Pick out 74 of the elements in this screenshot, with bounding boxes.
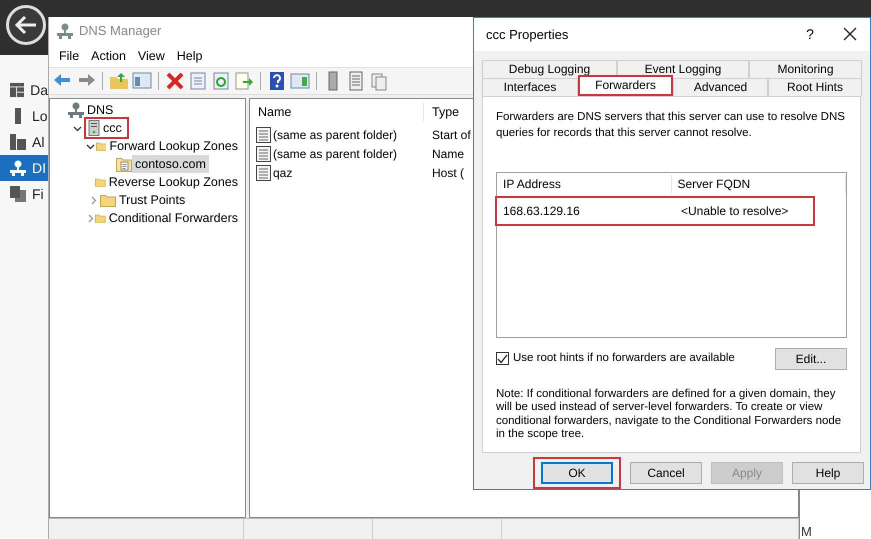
panel-icon[interactable] bbox=[290, 71, 310, 91]
folder-icon bbox=[100, 193, 116, 207]
edit-button[interactable]: Edit... bbox=[775, 348, 847, 370]
menu-item[interactable]: View bbox=[132, 46, 171, 66]
network-icon bbox=[10, 160, 26, 176]
tree-item[interactable]: Forward Lookup Zones bbox=[106, 136, 241, 156]
servers-icon bbox=[10, 134, 26, 150]
tree-item[interactable]: Reverse Lookup Zones bbox=[106, 172, 241, 192]
dialog-button[interactable]: Cancel bbox=[630, 462, 702, 484]
panel-icon[interactable] bbox=[132, 71, 152, 91]
sidebar-item[interactable]: Al bbox=[0, 129, 48, 155]
table-cell-text: (same as parent folder) bbox=[273, 126, 398, 144]
expand-icon[interactable] bbox=[86, 214, 96, 222]
dashboard-icon bbox=[10, 82, 24, 98]
table-cell-text: Host ( bbox=[431, 164, 464, 182]
help-icon[interactable] bbox=[267, 71, 287, 91]
help-button[interactable]: ? bbox=[790, 24, 830, 45]
tab[interactable]: Event Logging bbox=[617, 60, 749, 78]
menu-item[interactable]: Help bbox=[170, 46, 208, 66]
back-arrow-icon bbox=[15, 15, 37, 35]
note-text: Note: If conditional forwarders are defined for a given domain, they will be used instead of server-level forwarders. To create or view conditional forwarders, navigate to the Conditional Forwarders node in the scope tree. bbox=[496, 388, 842, 442]
dialog-title: ccc Properties bbox=[486, 26, 568, 44]
sidebar-item[interactable]: Lo bbox=[0, 103, 48, 129]
dialog-button[interactable]: OK bbox=[541, 462, 613, 484]
network-icon bbox=[57, 23, 73, 39]
window-title: DNS Manager bbox=[79, 22, 162, 40]
table-cell-text: Start of bbox=[431, 126, 471, 144]
tree-item[interactable]: ccc bbox=[100, 118, 125, 138]
corner-text: M bbox=[801, 523, 812, 539]
check-icon bbox=[497, 354, 508, 364]
record-icon bbox=[256, 126, 271, 142]
copy-icon[interactable] bbox=[369, 71, 389, 91]
tree-item[interactable]: Conditional Forwarders bbox=[106, 208, 241, 228]
expand-icon[interactable] bbox=[88, 196, 98, 204]
tab[interactable]: Debug Logging bbox=[482, 60, 617, 78]
sidebar-item[interactable]: DI bbox=[0, 155, 48, 181]
table-row[interactable]: 168.63.129.16 <Unable to resolve> bbox=[495, 196, 815, 226]
collapse-icon[interactable] bbox=[72, 124, 82, 132]
record-icon bbox=[256, 146, 271, 162]
column-header[interactable]: IP Address bbox=[497, 175, 672, 194]
table-cell-text: qaz bbox=[273, 164, 292, 182]
table-cell-text: (same as parent folder) bbox=[273, 146, 398, 162]
export-icon[interactable] bbox=[234, 71, 254, 91]
tree-item[interactable]: contoso.com bbox=[132, 154, 209, 174]
column-header[interactable]: Name bbox=[250, 102, 424, 122]
refresh-icon[interactable] bbox=[211, 71, 231, 91]
sidebar-item[interactable]: Da bbox=[0, 77, 48, 103]
close-icon bbox=[843, 27, 857, 42]
description-text: Forwarders are DNS servers that this server can use to resolve DNS queries for records that this server cannot resolve. bbox=[496, 110, 846, 141]
tab[interactable]: Monitoring bbox=[749, 60, 862, 78]
menu-item[interactable]: Action bbox=[85, 46, 132, 66]
network-icon bbox=[68, 102, 84, 118]
sidebar-item[interactable]: Fi bbox=[0, 181, 48, 207]
folder-up-icon[interactable] bbox=[109, 71, 129, 91]
files-icon bbox=[10, 186, 26, 202]
delete-icon[interactable] bbox=[165, 71, 185, 91]
record-icon bbox=[256, 164, 271, 180]
column-header[interactable]: Server FQDN bbox=[672, 175, 846, 194]
properties-icon[interactable] bbox=[188, 71, 208, 91]
server-icon bbox=[88, 120, 100, 136]
dialog-button[interactable]: Help bbox=[792, 462, 864, 484]
tab[interactable]: Advanced bbox=[673, 78, 768, 96]
menu-item[interactable]: File bbox=[53, 46, 86, 66]
tree-item[interactable]: DNS bbox=[84, 100, 116, 120]
zone-icon bbox=[116, 156, 132, 172]
back-button[interactable] bbox=[6, 5, 46, 45]
checkbox-label: Use root hints if no forwarders are available bbox=[513, 351, 735, 366]
tree-item[interactable]: Trust Points bbox=[116, 190, 188, 210]
checkbox[interactable] bbox=[496, 352, 509, 366]
table-cell-text: Name bbox=[431, 146, 464, 162]
tab[interactable]: Root Hints bbox=[768, 78, 862, 96]
tab[interactable]: Interfaces bbox=[482, 78, 578, 96]
tab[interactable]: Forwarders bbox=[578, 74, 673, 96]
collapse-icon[interactable] bbox=[86, 142, 96, 150]
